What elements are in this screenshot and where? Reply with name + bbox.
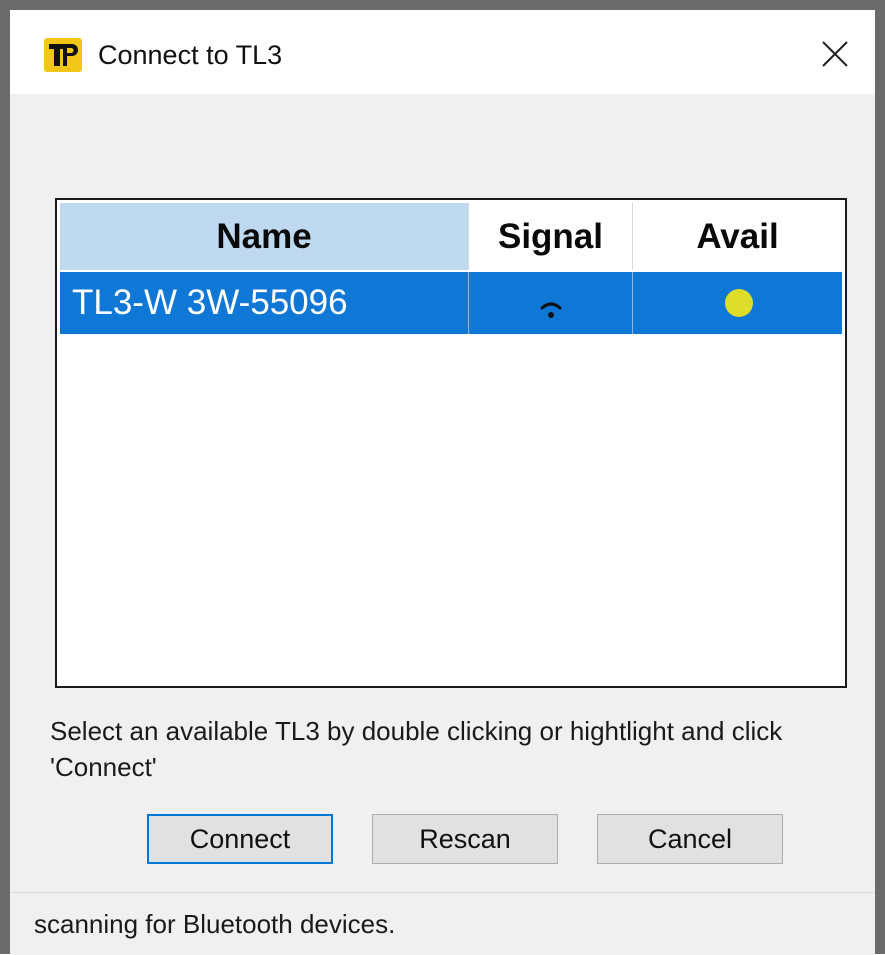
- device-avail-cell: [633, 272, 842, 334]
- close-button[interactable]: [805, 24, 865, 84]
- close-icon: [822, 41, 848, 67]
- device-signal-cell: [469, 272, 633, 334]
- wifi-signal-weak-icon: [540, 302, 562, 318]
- window-title: Connect to TL3: [98, 40, 283, 70]
- column-header-avail[interactable]: Avail: [633, 203, 842, 270]
- available-dot-icon: [725, 289, 753, 317]
- tp-app-icon: [44, 38, 82, 72]
- device-list-viewport: Name Signal Avail TL3-W 3W-55096: [60, 203, 842, 683]
- device-list[interactable]: Name Signal Avail TL3-W 3W-55096: [55, 198, 847, 688]
- status-text: scanning for Bluetooth devices.: [34, 909, 396, 939]
- device-name-cell: TL3-W 3W-55096: [60, 272, 469, 334]
- column-header-signal[interactable]: Signal: [469, 203, 633, 270]
- title-bar[interactable]: Connect to TL3: [10, 10, 875, 94]
- device-row[interactable]: TL3-W 3W-55096: [60, 272, 842, 334]
- connect-button[interactable]: Connect: [147, 814, 333, 864]
- rescan-button[interactable]: Rescan: [372, 814, 558, 864]
- dialog-window: Connect to TL3 Name Signal Avail TL3-W 3…: [0, 0, 885, 955]
- column-header-name[interactable]: Name: [60, 203, 469, 270]
- cancel-button[interactable]: Cancel: [597, 814, 783, 864]
- column-header-row: Name Signal Avail: [60, 203, 842, 270]
- status-bar: scanning for Bluetooth devices.: [10, 892, 875, 955]
- instructions-text: Select an available TL3 by double clicki…: [50, 716, 783, 782]
